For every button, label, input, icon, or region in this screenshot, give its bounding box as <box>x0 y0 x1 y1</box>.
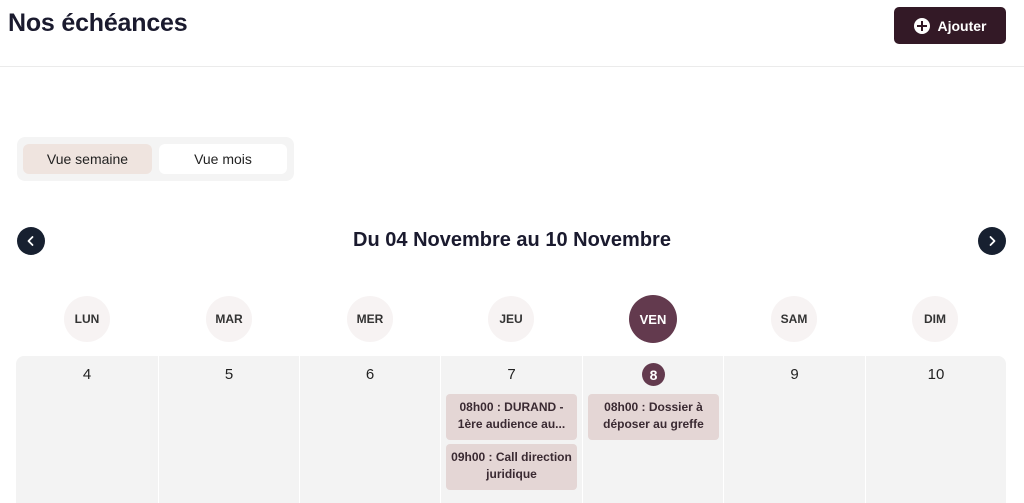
page-header: Nos échéances Ajouter <box>0 0 1024 67</box>
day-header-sun: DIM <box>912 296 958 342</box>
event-card[interactable]: 09h00 : Call direction juridique <box>446 444 577 490</box>
event-line: déposer au greffe <box>603 417 704 431</box>
add-button-label: Ajouter <box>937 17 987 34</box>
day-number: 4 <box>82 366 92 383</box>
day-header-sat: SAM <box>771 296 817 342</box>
event-card[interactable]: 08h00 : Dossier à déposer au greffe <box>588 394 719 440</box>
day-number: 5 <box>224 366 234 383</box>
day-number: 7 <box>507 366 516 383</box>
view-toggle: Vue semaine Vue mois <box>17 137 294 181</box>
today-day-number: 8 <box>642 363 665 386</box>
day-cell-mon[interactable]: 4 <box>16 356 158 503</box>
day-header-thu: JEU <box>488 296 534 342</box>
month-view-button[interactable]: Vue mois <box>159 144 287 174</box>
page-title: Nos échéances <box>8 9 188 37</box>
day-number: 9 <box>790 366 799 383</box>
event-line: 09h00 : Call direction <box>451 450 572 464</box>
day-cell-sat[interactable]: 9 <box>723 356 865 503</box>
event-line: 1ère audience au... <box>457 417 566 431</box>
day-number: 10 <box>927 366 945 383</box>
plus-circle-icon <box>913 17 930 34</box>
day-cell-tue[interactable]: 5 <box>158 356 299 503</box>
event-line: 08h00 : DURAND - <box>459 400 564 414</box>
day-cell-sun[interactable]: 10 <box>865 356 1006 503</box>
day-header-wed: MER <box>347 296 393 342</box>
chevron-right-icon <box>989 236 996 246</box>
day-cell-wed[interactable]: 6 <box>299 356 440 503</box>
day-cell-fri[interactable]: 8 08h00 : Dossier à déposer au greffe <box>582 356 723 503</box>
event-card[interactable]: 08h00 : DURAND - 1ère audience au... <box>446 394 577 440</box>
event-line: juridique <box>486 467 537 481</box>
week-range-title: Du 04 Novembre au 10 Novembre <box>353 229 671 251</box>
day-header-fri: VEN <box>629 295 677 343</box>
day-header-tue: MAR <box>206 296 252 342</box>
day-cell-thu[interactable]: 7 08h00 : DURAND - 1ère audience au... 0… <box>440 356 582 503</box>
calendar-grid: 4 5 6 7 08h00 : DURAND - 1ère audience a… <box>16 356 1006 503</box>
next-week-button[interactable] <box>978 227 1006 255</box>
add-button[interactable]: Ajouter <box>894 7 1006 44</box>
day-number: 6 <box>365 366 375 383</box>
week-view-button[interactable]: Vue semaine <box>23 144 152 174</box>
event-line: 08h00 : Dossier à <box>604 400 703 414</box>
day-header-mon: LUN <box>64 296 110 342</box>
